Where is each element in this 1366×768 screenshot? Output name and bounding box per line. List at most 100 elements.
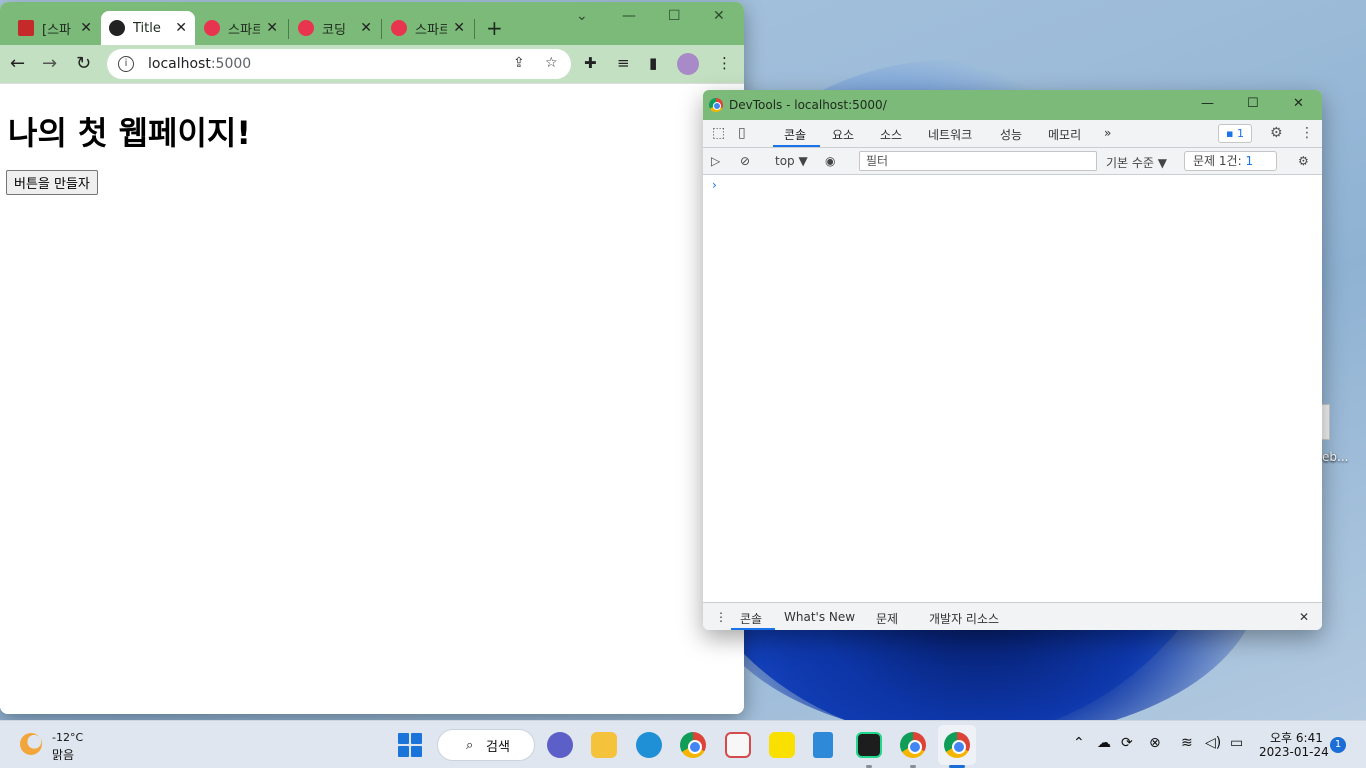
- reload-icon[interactable]: ↻: [76, 53, 91, 74]
- notepad-icon[interactable]: [813, 732, 833, 758]
- drawer-tab-issues[interactable]: 문제: [876, 610, 898, 627]
- kakaotalk-icon[interactable]: [769, 732, 795, 758]
- menu-kebab-icon[interactable]: ⋮: [717, 54, 732, 72]
- issues-label: 문제 1건:: [1193, 154, 1242, 168]
- close-icon[interactable]: ✕: [266, 20, 278, 36]
- clock-date[interactable]: 2023-01-24: [1259, 745, 1329, 759]
- issues-count: 1: [1245, 154, 1254, 168]
- console-output[interactable]: ›: [703, 175, 1322, 602]
- site-info-icon[interactable]: i: [118, 56, 134, 72]
- new-tab-button[interactable]: +: [486, 16, 503, 40]
- volume-icon[interactable]: ◁): [1205, 735, 1221, 751]
- tab-network[interactable]: 네트워크: [928, 126, 972, 143]
- close-window-icon[interactable]: ✕: [713, 8, 725, 24]
- inspect-element-icon[interactable]: ⬚: [712, 125, 725, 141]
- address-bar[interactable]: i localhost:5000 ⇪ ☆: [107, 49, 571, 79]
- close-icon[interactable]: ✕: [453, 20, 465, 36]
- tab-sources[interactable]: 소스: [880, 126, 902, 143]
- tab-coding[interactable]: 코딩 ✕: [290, 11, 380, 45]
- issues-badge-count: 1: [1236, 127, 1244, 140]
- side-panel-icon[interactable]: ▮: [649, 54, 657, 72]
- onedrive-cloud-icon[interactable]: ☁: [1097, 735, 1111, 751]
- close-window-icon[interactable]: ✕: [1293, 96, 1304, 111]
- start-button[interactable]: [398, 733, 422, 757]
- wifi-icon[interactable]: ≋: [1181, 735, 1193, 751]
- more-tabs-icon[interactable]: »: [1104, 126, 1111, 140]
- profile-avatar[interactable]: [677, 53, 699, 75]
- sparta-icon: [298, 20, 314, 36]
- console-filter-input[interactable]: 필터: [859, 151, 1097, 171]
- tab-memory[interactable]: 메모리: [1048, 126, 1081, 143]
- devtools-titlebar: DevTools - localhost:5000/ — ☐ ✕: [703, 90, 1322, 120]
- tab-separator: [381, 19, 382, 39]
- chrome-icon[interactable]: [944, 732, 970, 758]
- drawer-menu-icon[interactable]: ⋮: [715, 610, 727, 624]
- sparta-icon: [204, 20, 220, 36]
- context-selector[interactable]: top ▼: [775, 154, 808, 168]
- drawer-tab-developer-resources[interactable]: 개발자 리소스: [929, 610, 999, 627]
- close-icon[interactable]: ✕: [360, 20, 372, 36]
- edge-browser-icon[interactable]: [636, 732, 662, 758]
- app-tray-x-icon[interactable]: ⊗: [1149, 735, 1161, 751]
- settings-gear-icon[interactable]: ⚙: [1270, 125, 1283, 141]
- clock-time[interactable]: 오후 6:41: [1270, 729, 1323, 746]
- file-explorer-icon[interactable]: [591, 732, 617, 758]
- device-toolbar-icon[interactable]: ▯: [738, 125, 746, 141]
- live-expression-eye-icon[interactable]: ◉: [825, 154, 835, 168]
- globe-icon: [109, 20, 125, 36]
- close-icon[interactable]: ✕: [175, 20, 187, 36]
- chrome-logo-icon: [709, 98, 723, 112]
- log-level-dropdown[interactable]: 기본 수준 ▼: [1106, 154, 1167, 171]
- issues-counter[interactable]: 문제 1건: 1: [1184, 151, 1277, 171]
- bookmark-star-icon[interactable]: ☆: [545, 55, 558, 71]
- make-button[interactable]: 버튼을 만들자: [6, 170, 98, 195]
- moon-weather-icon[interactable]: [20, 733, 42, 755]
- notification-badge[interactable]: 1: [1330, 737, 1346, 753]
- drawer-tab-whats-new[interactable]: What's New: [784, 610, 855, 624]
- close-icon[interactable]: ✕: [80, 20, 92, 36]
- maximize-icon[interactable]: ☐: [1247, 96, 1259, 111]
- tab-search-icon[interactable]: ⌄: [576, 8, 588, 24]
- console-settings-gear-icon[interactable]: ⚙: [1298, 154, 1309, 168]
- chrome-icon[interactable]: [900, 732, 926, 758]
- sync-icon[interactable]: ⟳: [1121, 735, 1133, 751]
- windows-logo-pane: [398, 733, 409, 744]
- tab-sparta-2[interactable]: 스파르 ✕: [383, 11, 473, 45]
- forward-arrow-icon[interactable]: →: [42, 53, 57, 74]
- sidebar-toggle-icon[interactable]: ▷: [711, 154, 720, 168]
- windows-logo-pane: [411, 746, 422, 757]
- close-drawer-icon[interactable]: ✕: [1299, 610, 1309, 624]
- issues-badge[interactable]: ▪ 1: [1218, 124, 1252, 143]
- sparta-icon: [391, 20, 407, 36]
- clear-console-icon[interactable]: ⊘: [740, 154, 750, 168]
- share-icon[interactable]: ⇪: [513, 55, 525, 71]
- chrome-icon[interactable]: [680, 732, 706, 758]
- snipping-tool-icon[interactable]: [725, 732, 751, 758]
- maximize-icon[interactable]: ☐: [668, 8, 681, 24]
- back-arrow-icon[interactable]: ←: [10, 53, 25, 74]
- show-hidden-icons-chevron-icon[interactable]: ⌃: [1073, 735, 1085, 751]
- extensions-puzzle-icon[interactable]: ✚: [584, 54, 597, 72]
- reading-list-icon[interactable]: ≡: [617, 54, 630, 72]
- minimize-icon[interactable]: —: [1201, 96, 1214, 111]
- desktop-file-icon[interactable]: eb...: [1318, 404, 1366, 466]
- tab-title[interactable]: Title ✕: [101, 11, 195, 45]
- tab-console[interactable]: 콘솔: [784, 126, 806, 143]
- tab-sparta-1[interactable]: 스파르 ✕: [196, 11, 286, 45]
- console-prompt[interactable]: ›: [712, 178, 717, 192]
- weather-description[interactable]: 맑음: [52, 746, 74, 763]
- minimize-icon[interactable]: —: [622, 8, 636, 24]
- drawer-tab-console[interactable]: 콘솔: [740, 610, 762, 627]
- page-heading: 나의 첫 웹페이지!: [8, 114, 251, 152]
- battery-icon[interactable]: ▭: [1230, 735, 1243, 751]
- weather-temperature[interactable]: -12°C: [52, 731, 83, 744]
- menu-kebab-icon[interactable]: ⋮: [1300, 125, 1314, 141]
- tab-performance[interactable]: 성능: [1000, 126, 1022, 143]
- taskbar-search[interactable]: ⌕ 검색: [437, 729, 535, 761]
- pycharm-icon[interactable]: [856, 732, 882, 758]
- tab-sparta-book[interactable]: [스파 ✕: [10, 11, 100, 45]
- teams-chat-icon[interactable]: [547, 732, 573, 758]
- url-port: :5000: [210, 56, 252, 72]
- tab-elements[interactable]: 요소: [832, 126, 854, 143]
- devtools-panel-tabs: ⬚ ▯ 콘솔 요소 소스 네트워크 성능 메모리 » ▪ 1 ⚙ ⋮: [703, 120, 1322, 148]
